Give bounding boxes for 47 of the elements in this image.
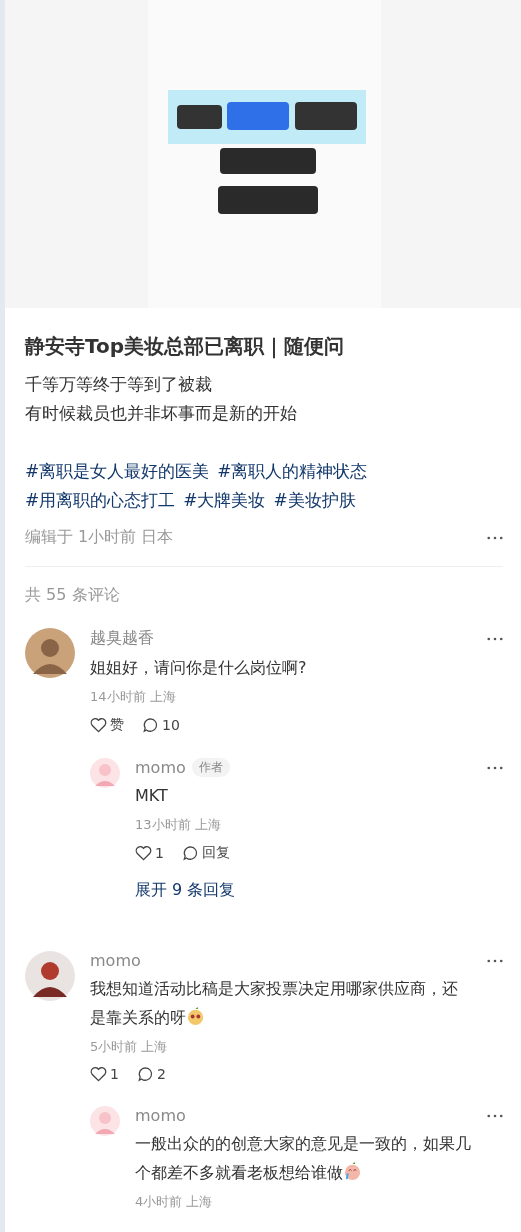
comment-time: 13小时前 上海 <box>135 816 222 834</box>
edit-time: 编辑于 1小时前 日本 <box>25 527 174 548</box>
comment-time: 4小时前 上海 <box>135 1193 214 1211</box>
hashtag-link[interactable]: #用离职的心态打工 <box>25 486 176 515</box>
username[interactable]: momo <box>135 758 186 777</box>
comment-text: 个都差不多就看老板想给谁做 <box>135 1163 343 1182</box>
comment-count: 共 55 条评论 <box>25 585 121 606</box>
username[interactable]: momo <box>90 951 141 970</box>
comment-text: 我想知道活动比稿是大家投票决定用哪家供应商，还 <box>90 979 458 998</box>
expand-replies-link[interactable]: 展开 9 条回复 <box>135 880 236 901</box>
reply-button[interactable]: 2 <box>136 1066 166 1082</box>
comment-icon <box>142 717 159 733</box>
comment-text: MKT <box>135 786 168 805</box>
comment-time: 5小时前 上海 <box>90 1038 169 1056</box>
heart-icon <box>90 717 107 733</box>
heart-icon <box>135 845 152 861</box>
note-text: 千等万等终于等到了被裁 <box>25 373 212 396</box>
note-title: 静安寺Top美妆总部已离职｜随便问 <box>25 333 346 360</box>
more-icon[interactable] <box>487 958 503 963</box>
comment-text: 是靠关系的呀 <box>90 1008 186 1027</box>
hashtag-link[interactable]: #离职人的精神状态 <box>217 457 368 486</box>
reply-button[interactable]: 10 <box>142 716 180 734</box>
hashtag-link[interactable]: #美妆护肤 <box>273 486 356 515</box>
more-icon[interactable] <box>487 765 503 770</box>
note-text: 有时候裁员也并非坏事而是新的开始 <box>25 402 297 425</box>
author-badge: 作者 <box>191 758 230 777</box>
reply-button[interactable]: 回复 <box>181 844 230 862</box>
sticker-icon <box>343 1162 362 1181</box>
more-icon[interactable] <box>487 636 503 641</box>
heart-icon <box>90 1066 107 1082</box>
comment-text: 一般出众的的创意大家的意见是一致的，如果几 <box>135 1134 471 1153</box>
username[interactable]: 越臭越香 <box>90 628 154 649</box>
like-button[interactable]: 赞 <box>90 716 124 734</box>
comment-icon <box>181 845 199 861</box>
like-button[interactable]: 1 <box>90 1066 119 1082</box>
avatar[interactable] <box>25 628 75 678</box>
more-icon[interactable] <box>487 1113 503 1118</box>
username[interactable]: momo <box>135 1106 186 1125</box>
more-icon[interactable] <box>487 535 503 540</box>
sticker-icon <box>186 1007 205 1026</box>
hashtag-link[interactable]: #离职是女人最好的医美 <box>25 457 210 486</box>
hashtag-link[interactable]: #大牌美妆 <box>183 486 266 515</box>
comment-icon <box>136 1066 154 1082</box>
comment-time: 14小时前 上海 <box>90 688 177 706</box>
avatar[interactable] <box>25 951 75 1001</box>
like-button[interactable]: 1 <box>135 844 164 862</box>
comment-text: 姐姐好，请问你是什么岗位啊? <box>90 658 307 677</box>
